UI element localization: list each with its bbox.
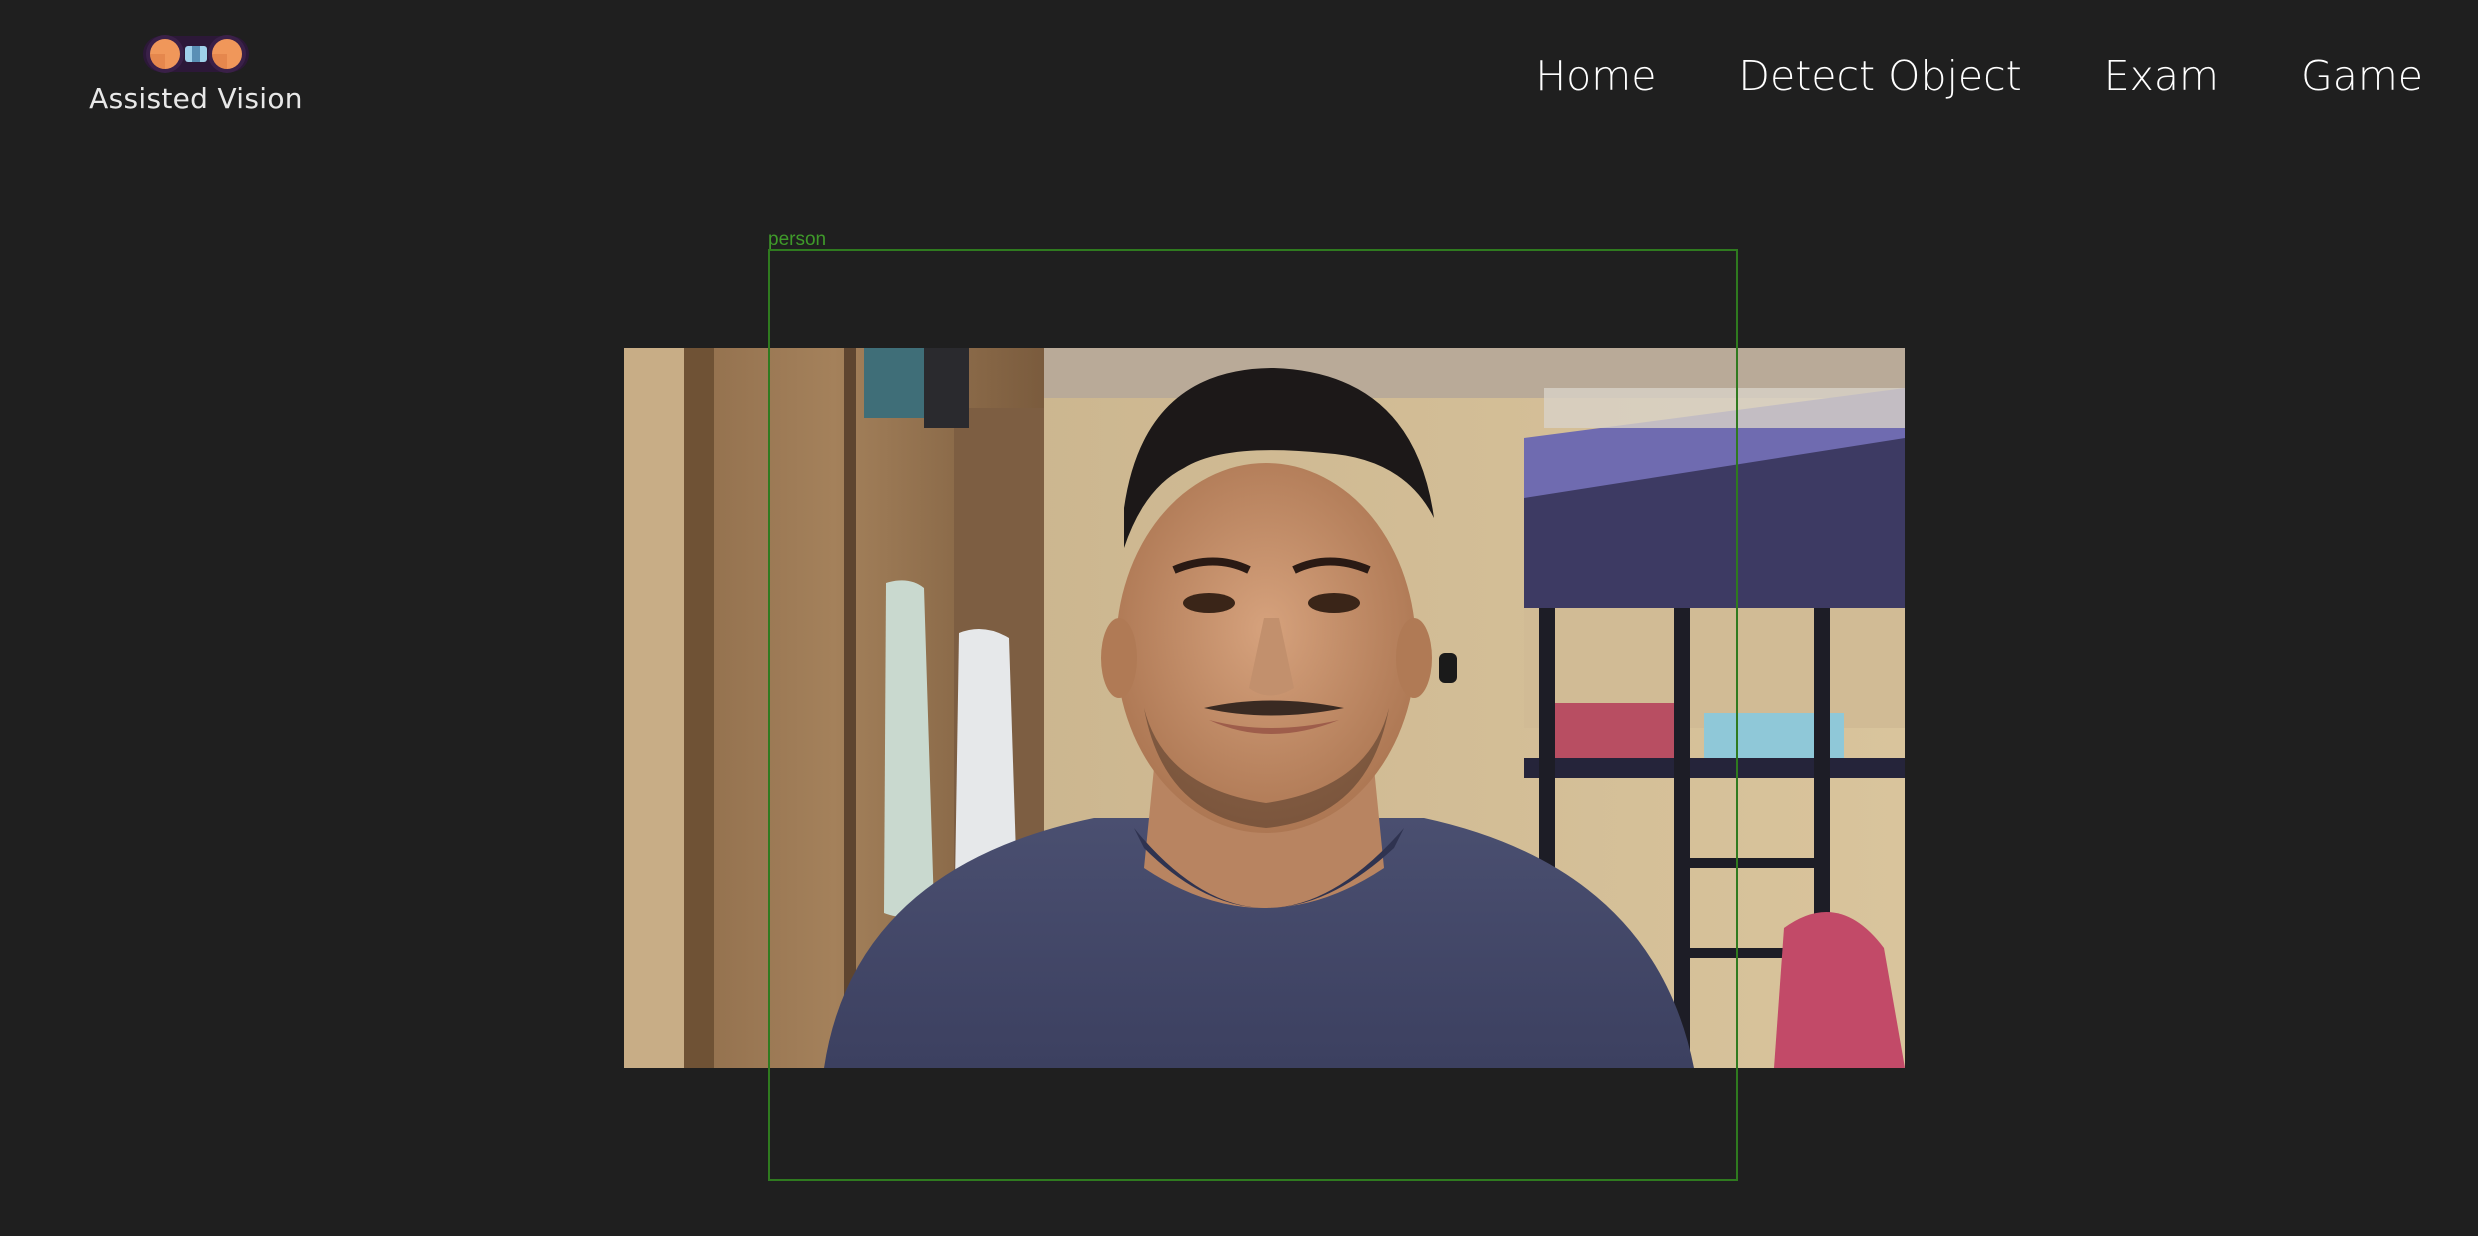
- nav-exam-link[interactable]: Exam: [2104, 52, 2219, 100]
- page: Assisted Vision Home Detect Object Exam …: [0, 0, 2478, 1236]
- binoculars-icon: [143, 35, 249, 73]
- nav-game-link[interactable]: Game: [2301, 52, 2423, 100]
- webcam-feed-image: [624, 348, 1905, 1068]
- main-nav: Home Detect Object Exam Game: [1535, 52, 2423, 100]
- brand-name: Assisted Vision: [89, 82, 303, 115]
- detection-label: person: [768, 229, 827, 250]
- nav-detect-object-link[interactable]: Detect Object: [1738, 52, 2021, 100]
- nav-home-link[interactable]: Home: [1535, 52, 1656, 100]
- webcam-feed: [624, 348, 1905, 1068]
- brand-logo-link[interactable]: Assisted Vision: [78, 30, 314, 115]
